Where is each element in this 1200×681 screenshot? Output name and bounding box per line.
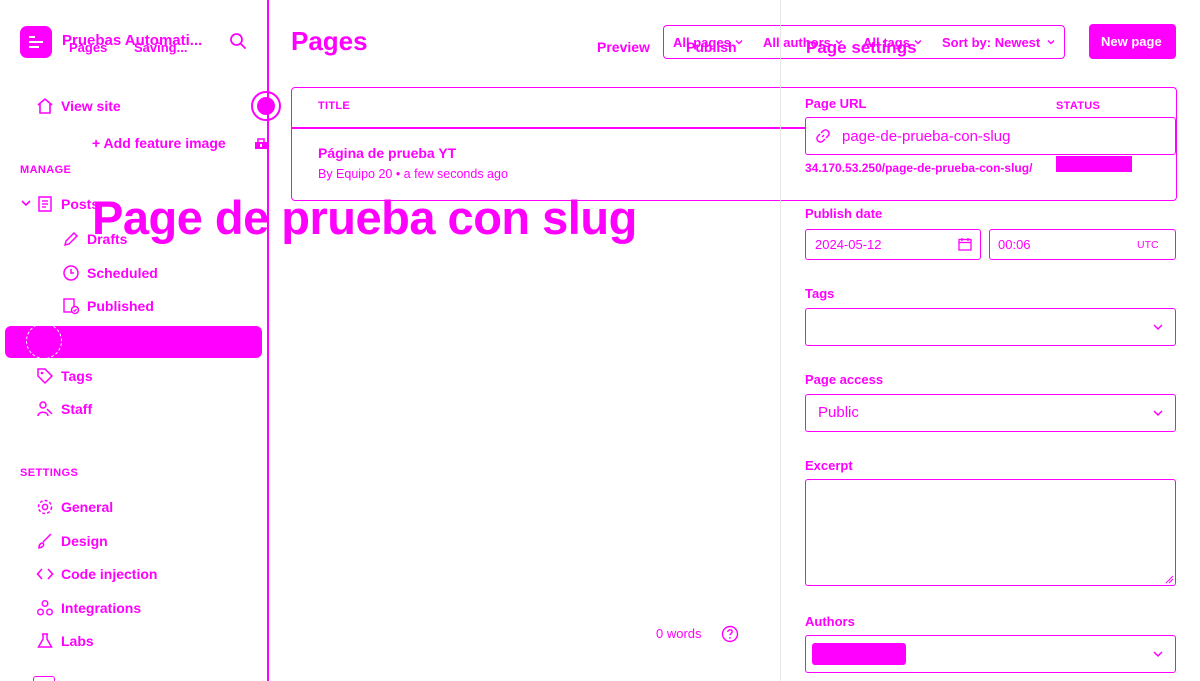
settings-section-heading: SETTINGS <box>20 467 79 479</box>
nav-labs[interactable]: Labs <box>61 633 94 649</box>
gear-icon <box>36 498 54 516</box>
tag-icon <box>36 367 54 385</box>
nav-view-site[interactable]: View site <box>61 98 121 114</box>
chevron-down-icon <box>1152 648 1164 660</box>
chevron-down-icon[interactable] <box>20 197 32 209</box>
nav-design[interactable]: Design <box>61 533 108 549</box>
publish-date-label: Publish date <box>805 206 883 221</box>
tags-select[interactable] <box>805 308 1176 346</box>
tags-label: Tags <box>805 286 835 301</box>
click-indicator-circle <box>26 323 62 359</box>
page-heading: Pages <box>291 26 368 56</box>
new-page-button[interactable]: New page <box>1089 24 1176 59</box>
user-avatar-partial[interactable] <box>33 676 55 681</box>
calendar-icon[interactable] <box>958 237 972 251</box>
word-count: 0 words <box>656 626 702 641</box>
chevron-down-icon <box>1152 407 1164 419</box>
site-logo[interactable] <box>20 26 52 58</box>
page-url-preview: 34.170.53.250/page-de-prueba-con-slug/ <box>805 161 1033 175</box>
chevron-down-icon <box>1152 321 1164 333</box>
nav-staff[interactable]: Staff <box>61 401 92 417</box>
code-icon <box>36 565 54 583</box>
page-access-label: Page access <box>805 372 884 387</box>
add-feature-image-button[interactable]: + Add feature image <box>92 135 226 151</box>
lock-icon <box>254 136 268 150</box>
nav-code-injection[interactable]: Code injection <box>61 566 157 582</box>
staff-icon <box>36 400 54 418</box>
breadcrumb-pages-link[interactable]: Pages <box>69 40 107 55</box>
search-icon[interactable] <box>229 32 247 50</box>
resize-handle-icon[interactable] <box>1164 574 1174 584</box>
nav-integrations[interactable]: Integrations <box>61 600 141 616</box>
publish-button[interactable]: Publish <box>686 39 737 55</box>
preview-button[interactable]: Preview <box>597 39 650 55</box>
brush-icon <box>36 532 54 550</box>
table-row-title[interactable]: Página de prueba YT <box>318 145 456 161</box>
posts-icon <box>36 195 54 213</box>
chevron-down-icon <box>1047 38 1055 46</box>
clock-icon <box>62 264 80 282</box>
author-token-redacted[interactable] <box>812 643 906 665</box>
integrations-icon <box>36 599 54 617</box>
published-icon <box>62 297 80 315</box>
excerpt-label: Excerpt <box>805 458 853 473</box>
page-url-value: page-de-prueba-con-slug <box>842 128 1011 145</box>
excerpt-textarea[interactable] <box>805 479 1176 586</box>
editor-title[interactable]: Page de prueba con slug <box>92 190 637 245</box>
column-header-status[interactable]: STATUS <box>1056 100 1100 112</box>
table-row-meta: By Equipo 20 • a few seconds ago <box>318 167 508 181</box>
manage-section-heading: MANAGE <box>20 164 72 176</box>
page-access-value: Public <box>818 404 859 421</box>
publish-date-value: 2024-05-12 <box>815 237 882 252</box>
column-header-title[interactable]: TITLE <box>318 100 350 112</box>
flask-icon <box>36 632 54 650</box>
url-redaction <box>1056 156 1132 172</box>
nav-published[interactable]: Published <box>87 298 154 314</box>
page-url-label: Page URL <box>805 96 867 111</box>
nav-scheduled[interactable]: Scheduled <box>87 265 158 281</box>
help-icon[interactable] <box>721 625 739 643</box>
nav-general[interactable]: General <box>61 499 113 515</box>
link-icon <box>815 128 831 144</box>
publish-time-value: 00:06 <box>998 237 1031 252</box>
home-icon <box>36 97 54 115</box>
pencil-icon <box>62 230 80 248</box>
page-access-select[interactable] <box>805 394 1176 432</box>
authors-label: Authors <box>805 614 855 629</box>
save-status: Saving... <box>134 40 188 55</box>
timezone-label: UTC <box>1137 239 1159 251</box>
settings-panel-title: Page settings <box>806 38 917 57</box>
settings-panel-divider <box>780 0 781 681</box>
nav-tags[interactable]: Tags <box>61 368 93 384</box>
cursor-highlight-circle <box>251 91 281 121</box>
filter-sort[interactable]: Sort by: Newest <box>942 35 1040 50</box>
